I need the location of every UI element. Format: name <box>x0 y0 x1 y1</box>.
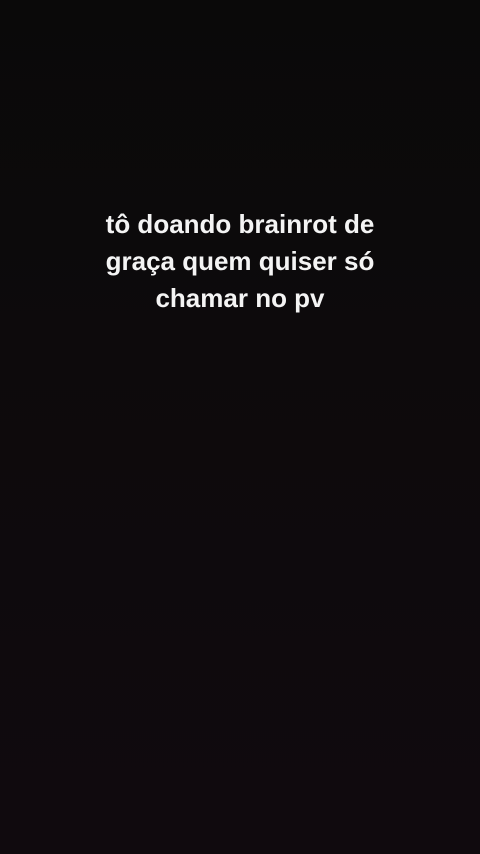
caption-line-3: chamar no pv <box>155 283 325 313</box>
story-caption: tô doando brainrot de graça quem quiser … <box>40 206 440 317</box>
caption-line-1: tô doando brainrot de <box>105 209 375 239</box>
caption-line-2: graça quem quiser só <box>105 246 375 276</box>
story-screen: tô doando brainrot de graça quem quiser … <box>0 0 480 854</box>
